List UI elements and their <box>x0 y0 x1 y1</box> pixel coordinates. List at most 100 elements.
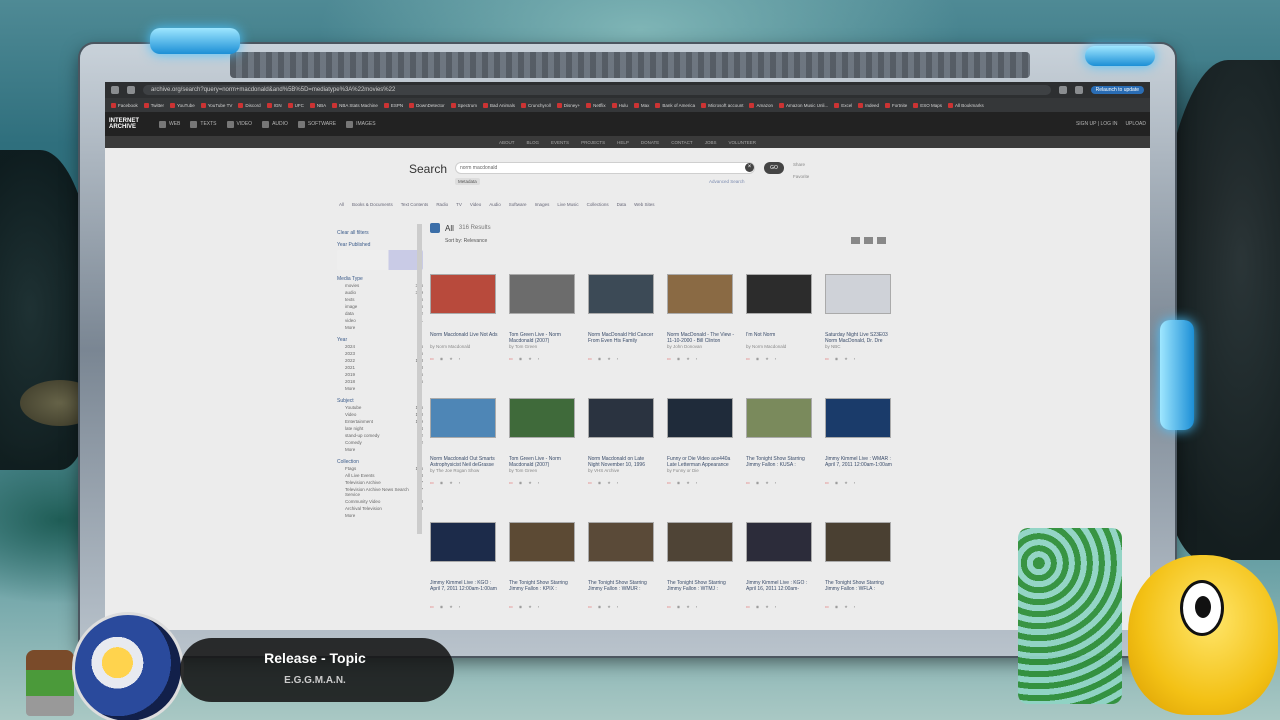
bookmark-item[interactable]: Microsoft account <box>701 102 743 108</box>
facet-checkbox-row[interactable]: 202315 <box>337 350 423 357</box>
media-tab[interactable]: Books & Documents <box>352 202 393 207</box>
result-card[interactable]: Norm MacDonald Hid Cancer From Even His … <box>588 274 656 361</box>
result-thumbnail[interactable] <box>825 274 891 314</box>
facet-checkbox-row[interactable]: Ftags136 <box>337 465 423 472</box>
bookmark-item[interactable]: ESO Maps <box>913 102 942 108</box>
facet-checkbox-row[interactable]: Video170 <box>337 411 423 418</box>
facet-checkbox-row[interactable]: 2022138 <box>337 357 423 364</box>
result-title[interactable]: Tom Green Live - Norm Macdonald (2007) <box>509 332 577 344</box>
facet-checkbox-row[interactable]: movies316 <box>337 282 423 289</box>
result-thumbnail[interactable] <box>588 398 654 438</box>
upload-link[interactable]: UPLOAD <box>1125 121 1146 127</box>
facet-checkbox-row[interactable]: video1 <box>337 317 423 324</box>
nav-texts[interactable]: TEXTS <box>190 120 217 128</box>
bookmark-item[interactable]: NBA Stats Machine <box>332 102 378 108</box>
media-tab[interactable]: Audio <box>489 202 501 207</box>
address-bar[interactable]: archive.org/search?query=norm+macdonald&… <box>143 85 1051 95</box>
subnav-blog[interactable]: BLOG <box>527 140 540 145</box>
compact-view-icon[interactable] <box>877 237 886 244</box>
result-card[interactable]: Norm Macdonald Out Smarts Astrophysicist… <box>430 398 498 485</box>
facet-checkbox-row[interactable]: Entertainment129 <box>337 418 423 425</box>
result-title[interactable]: The Tonight Show Starring Jimmy Fallon :… <box>509 580 577 592</box>
result-thumbnail[interactable] <box>667 522 733 562</box>
bookmark-item[interactable]: ESPN <box>383 102 403 108</box>
clear-search-icon[interactable]: × <box>745 163 754 172</box>
media-tab[interactable]: Software <box>509 202 527 207</box>
go-button[interactable]: GO <box>764 162 784 174</box>
bookmark-item[interactable]: Spectrum <box>450 102 477 108</box>
result-thumbnail[interactable] <box>430 522 496 562</box>
facet-checkbox-row[interactable]: Television Archive News Search Service17 <box>337 486 423 498</box>
result-title[interactable]: Saturday Night Live S23E03 Norm MacDonal… <box>825 332 893 344</box>
subnav-volunteer[interactable]: VOLUNTEER <box>728 140 756 145</box>
facet-checkbox-row[interactable]: late night14 <box>337 425 423 432</box>
result-card[interactable]: Jimmy Kimmel Live : KGO : April 16, 2011… <box>746 522 814 609</box>
subnav-projects[interactable]: PROJECTS <box>581 140 605 145</box>
signup-login-link[interactable]: SIGN UP | LOG IN <box>1076 121 1118 127</box>
nav-video[interactable]: VIDEO <box>226 120 252 128</box>
bookmark-item[interactable]: Crunchyroll <box>520 102 551 108</box>
result-card[interactable]: Norm Macdonald Live Not Ads by Norm Macdo… <box>430 274 498 361</box>
result-thumbnail[interactable] <box>746 398 812 438</box>
sort-control[interactable]: Sort by: Relevance <box>445 238 487 244</box>
bookmark-item[interactable]: Bank of America <box>655 102 695 108</box>
result-card[interactable]: Norm MacDonald - The View - 11-10-2000 -… <box>667 274 735 361</box>
result-title[interactable]: The Tonight Show Starring Jimmy Fallon :… <box>825 580 893 592</box>
result-thumbnail[interactable] <box>509 398 575 438</box>
result-card[interactable]: Tom Green Live - Norm Macdonald (2007) by… <box>509 274 577 361</box>
nav-audio[interactable]: AUDIO <box>262 120 288 128</box>
media-tab[interactable]: Data <box>617 202 627 207</box>
bookmark-item[interactable]: DownDetector <box>409 102 445 108</box>
advanced-search-link[interactable]: Advanced Search <box>709 179 745 184</box>
result-thumbnail[interactable] <box>509 274 575 314</box>
result-title[interactable]: Norm Macdonald Out Smarts Astrophysicist… <box>430 456 498 468</box>
facet-checkbox-row[interactable]: audio379 <box>337 289 423 296</box>
result-card[interactable]: Jimmy Kimmel Live : WMAR : April 7, 2011… <box>825 398 893 485</box>
facet-checkbox-row[interactable]: Archival Television10 <box>337 505 423 512</box>
media-tab[interactable]: Text Contents <box>401 202 429 207</box>
result-card[interactable]: Funny or Die Video ace440a Late Letterma… <box>667 398 735 485</box>
result-card[interactable]: Tom Green Live - Norm Macdonald (2007) by… <box>509 398 577 485</box>
subnav-contact[interactable]: CONTACT <box>671 140 692 145</box>
facet-checkbox-row[interactable]: Television Archive17 <box>337 479 423 486</box>
result-thumbnail[interactable] <box>825 522 891 562</box>
bookmark-item[interactable]: Facebook <box>111 102 138 108</box>
result-title[interactable]: The Tonight Show Starring Jimmy Fallon :… <box>746 456 814 468</box>
facet-checkbox-row[interactable]: Youtube176 <box>337 404 423 411</box>
facet-more-link[interactable]: More <box>337 324 423 331</box>
facet-checkbox-row[interactable]: image6 <box>337 303 423 310</box>
ia-logo[interactable]: INTERNET ARCHIVE <box>109 118 149 130</box>
bookmark-item[interactable]: UFC <box>287 102 304 108</box>
result-thumbnail[interactable] <box>825 398 891 438</box>
sidebar-scrollbar[interactable] <box>417 224 422 534</box>
result-title[interactable]: The Tonight Show Starring Jimmy Fallon :… <box>667 580 735 592</box>
media-tab[interactable]: Video <box>470 202 481 207</box>
result-title[interactable]: I'm Not Norm <box>746 332 814 344</box>
bookmark-item[interactable]: Amazon Music Unli... <box>778 102 828 108</box>
result-title[interactable]: Jimmy Kimmel Live : KGO : April 16, 2011… <box>746 580 814 592</box>
bookmark-item[interactable]: Bad Animals <box>482 102 515 108</box>
result-title[interactable]: Jimmy Kimmel Live : KGO : April 7, 2011 … <box>430 580 498 592</box>
facet-checkbox-row[interactable]: stand-up comedy12 <box>337 432 423 439</box>
favorite-link[interactable]: Favorite <box>793 174 809 179</box>
facet-more-link[interactable]: More <box>337 385 423 392</box>
result-thumbnail[interactable] <box>588 522 654 562</box>
result-title[interactable]: Jimmy Kimmel Live : WMAR : April 7, 2011… <box>825 456 893 468</box>
result-thumbnail[interactable] <box>430 398 496 438</box>
nav-software[interactable]: SOFTWARE <box>297 120 336 128</box>
profile-icon[interactable] <box>1074 86 1083 94</box>
search-input[interactable]: norm macdonald <box>455 162 755 174</box>
search-scope-select[interactable]: Metadata <box>455 178 480 185</box>
facet-checkbox-row[interactable]: 20186 <box>337 378 423 385</box>
bookmark-item[interactable]: YouTube TV <box>200 102 232 108</box>
media-tab[interactable]: Collections <box>587 202 609 207</box>
result-title[interactable]: Funny or Die Video ace440a Late Letterma… <box>667 456 735 468</box>
bookmark-item[interactable]: YouTube <box>170 102 195 108</box>
year-histogram[interactable] <box>337 250 423 270</box>
nav-images[interactable]: IMAGES <box>346 120 376 128</box>
subnav-events[interactable]: EVENTS <box>551 140 569 145</box>
result-card[interactable]: The Tonight Show Starring Jimmy Fallon :… <box>509 522 577 609</box>
result-title[interactable]: Norm MacDonald Hid Cancer From Even His … <box>588 332 656 344</box>
facet-more-link[interactable]: More <box>337 512 423 519</box>
bookmark-item[interactable]: Discord <box>238 102 261 108</box>
